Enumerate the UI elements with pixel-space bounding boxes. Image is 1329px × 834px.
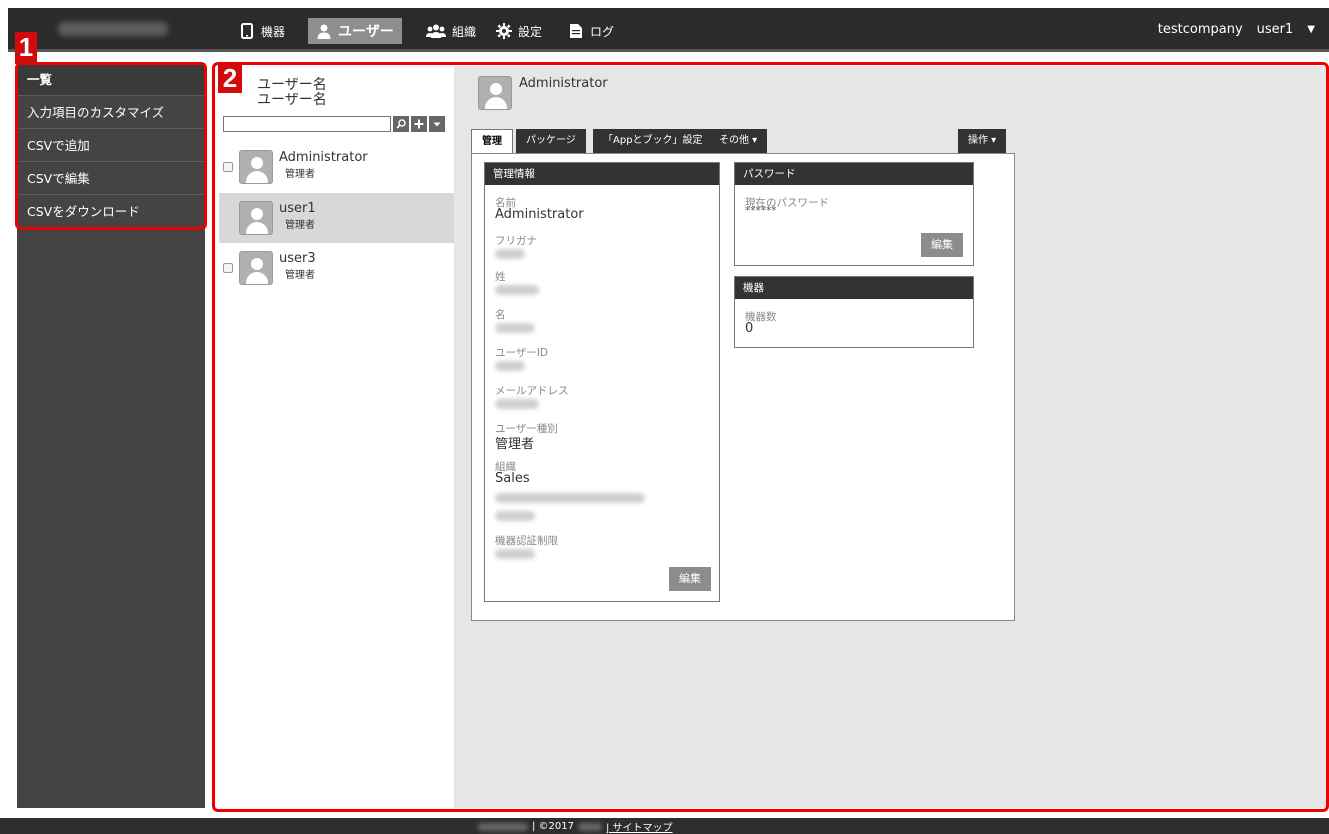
device-card-title: 機器 [735,277,973,299]
user-name: user1 [279,201,316,216]
redacted-value [495,399,539,409]
nav-users-label: ユーザー [338,24,394,40]
mobile-device-icon [239,23,255,39]
nav-devices-label: 機器 [261,24,286,39]
organization-value: Sales [495,471,530,486]
user-detail-panel: Administrator 管理 パッケージ 「Appとブック」設定 その他 ▾… [454,66,1326,808]
gear-icon [496,23,512,39]
password-edit-button[interactable]: 編集 [921,233,963,257]
furigana-label: フリガナ [495,235,537,247]
company-name: testcompany [1157,22,1243,37]
tab-actions[interactable]: 操作 ▾ [958,129,1007,153]
tab-other[interactable]: その他 ▾ [709,129,768,153]
nav-settings-label: 設定 [518,24,543,39]
copyright-text: | ©2017 [532,821,574,832]
user-id-label: ユーザーID [495,347,548,359]
nav-organization-label: 組織 [452,24,477,39]
redacted-value [495,511,535,521]
redacted-value [495,361,525,371]
sidebar-item-csv-add[interactable]: CSVで追加 [17,129,205,162]
user-name: Administrator [279,150,368,165]
redacted-text [578,822,602,831]
group-icon [426,23,446,39]
nav-organization[interactable]: 組織 [418,18,484,44]
password-card-title: パスワード [735,163,973,185]
user-icon [316,23,332,39]
footer: | ©2017 | サイトマップ [0,818,1329,834]
redacted-value [495,549,535,559]
document-icon [568,23,584,39]
redacted-value [495,249,525,259]
tab-package[interactable]: パッケージ [516,129,586,153]
annotation-badge-1: 1 [15,32,37,64]
detail-user-title: Administrator [519,76,608,91]
user-name: user3 [279,251,316,266]
redacted-value [495,285,539,295]
nav-logs[interactable]: ログ [560,18,622,44]
user-role: 管理者 [285,169,315,180]
nav-devices[interactable]: 機器 [231,18,293,44]
tab-app-and-book-settings[interactable]: 「Appとブック」設定 [593,129,713,153]
password-card: パスワード 現在のパスワード ****** 編集 [734,162,974,266]
first-name-label: 名 [495,309,506,321]
user-row-user1[interactable]: user1 管理者 [219,193,454,243]
user-role: 管理者 [285,220,315,231]
user-search-input[interactable] [223,116,391,132]
sidebar-item-list[interactable]: 一覧 [17,63,205,96]
email-label: メールアドレス [495,385,569,397]
current-password-value: ****** [745,205,777,217]
detail-avatar-icon [478,76,512,110]
user-avatar-icon [239,201,273,235]
sidebar-item-csv-edit[interactable]: CSVで編集 [17,162,205,195]
sort-label-secondary[interactable]: ユーザー名 [257,89,327,109]
admin-info-card: 管理情報 名前 Administrator フリガナ 姓 名 ユーザーID メー… [484,162,720,602]
annotation-badge-2: 2 [218,63,242,93]
add-icon[interactable] [411,116,427,132]
dropdown-caret-icon[interactable] [429,116,445,132]
nav-settings[interactable]: 設定 [488,18,550,44]
left-sidebar: 一覧 入力項目のカスタマイズ CSVで追加 CSVで編集 CSVをダウンロード [17,63,205,808]
caret-down-icon[interactable]: ▼ [1307,24,1315,35]
device-auth-limit-label: 機器認証制限 [495,535,558,547]
user-row-checkbox[interactable] [223,162,233,172]
redacted-text [478,822,528,831]
user-list-panel: ユーザー名 ユーザー名 Administrator 管理者 user1 管理者 … [219,66,454,808]
sidebar-item-customize-fields[interactable]: 入力項目のカスタマイズ [17,96,205,129]
user-avatar-icon [239,150,273,184]
admin-edit-button[interactable]: 編集 [669,567,711,591]
last-name-label: 姓 [495,271,506,283]
name-value: Administrator [495,207,584,222]
search-icon[interactable] [393,116,409,132]
current-user-name: user1 [1256,22,1294,37]
user-type-value: 管理者 [495,437,535,452]
account-menu[interactable]: testcompany user1 ▼ [1158,22,1315,37]
nav-users[interactable]: ユーザー [308,18,402,44]
admin-info-card-title: 管理情報 [485,163,719,185]
sidebar-item-csv-download[interactable]: CSVをダウンロード [17,195,205,228]
user-role: 管理者 [285,270,315,281]
user-row-user3[interactable]: user3 管理者 [219,243,454,293]
app-logo [58,22,168,36]
user-row-checkbox[interactable] [223,263,233,273]
redacted-value [495,323,535,333]
tab-management[interactable]: 管理 [471,129,513,154]
management-tab-panel: 管理情報 名前 Administrator フリガナ 姓 名 ユーザーID メー… [471,153,1015,621]
user-avatar-icon [239,251,273,285]
user-row-administrator[interactable]: Administrator 管理者 [219,142,454,192]
redacted-label [495,493,645,503]
device-card: 機器 機器数 0 [734,276,974,348]
nav-logs-label: ログ [590,24,615,39]
sitemap-link[interactable]: | サイトマップ [606,819,673,834]
top-navigation-bar: 機器 ユーザー 組織 設定 ログ testcompany user1 ▼ [8,8,1329,52]
device-count-value: 0 [745,321,754,336]
